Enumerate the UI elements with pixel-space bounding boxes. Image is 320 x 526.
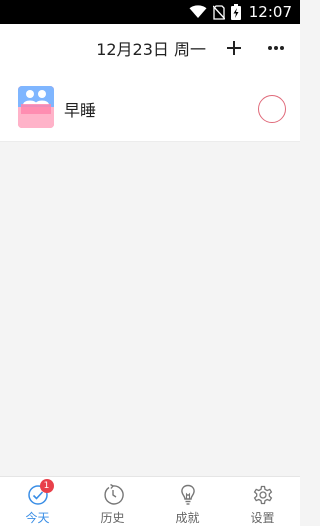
habit-check-button[interactable] [258,95,286,123]
date-label[interactable]: 12月23日 周一 [96,36,206,60]
tab-bar: 1 今天 历史 成就 设置 [0,476,300,526]
tab-label: 设置 [250,511,275,525]
status-bar: 12:07 [0,0,300,24]
habit-name: 早睡 [64,101,97,120]
habit-thumbnail [18,86,54,128]
wifi-icon [189,5,207,19]
status-clock: 12:07 [248,3,292,21]
history-icon [103,483,124,505]
gear-icon [253,485,272,505]
tab-label: 历史 [100,511,125,525]
tab-history[interactable]: 历史 [75,477,150,526]
tab-label: 今天 [25,511,50,525]
more-button[interactable] [262,34,290,62]
header: 12月23日 周一 [0,24,300,72]
lightbulb-icon [180,484,195,505]
habit-list: 早睡 [0,72,300,142]
no-sim-icon [212,4,225,20]
tab-today[interactable]: 1 今天 [0,477,75,526]
habit-item[interactable]: 早睡 [0,72,300,142]
tab-label: 成就 [175,511,200,525]
notification-badge: 1 [39,479,54,493]
status-icons: 12:07 [189,0,292,24]
battery-charging-icon [230,4,241,20]
tab-settings[interactable]: 设置 [225,477,300,526]
more-icon [268,46,284,50]
tab-achievements[interactable]: 成就 [150,477,225,526]
plus-icon [227,41,241,55]
add-button[interactable] [220,34,248,62]
